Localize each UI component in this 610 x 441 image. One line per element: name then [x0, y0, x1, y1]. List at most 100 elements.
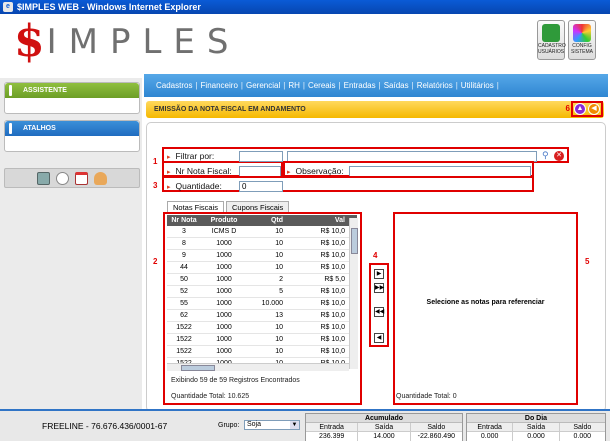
table-row[interactable]: 1522 1000 10 R$ 10,0 — [167, 322, 357, 334]
table-row[interactable]: 1522 1000 10 R$ 10,0 — [167, 346, 357, 358]
table-cell: R$ 10,0 — [320, 312, 345, 319]
annotation-1: 1 — [153, 157, 158, 166]
table-row[interactable]: 3 ICMS D 10 R$ 10,0 — [167, 226, 357, 238]
table-cell: 10 — [275, 348, 283, 355]
main-menu: Cadastros | Financeiro | Gerencial | RH | Ce… — [144, 74, 608, 97]
menu-gerencial[interactable]: Gerencial — [246, 81, 280, 90]
clear-icon[interactable]: ✕ — [554, 151, 564, 161]
acumulado-summary: Acumulado Entrada Saída Saldo 236.399 14… — [305, 413, 463, 441]
table-cell: R$ 10,0 — [320, 288, 345, 295]
table-cell: 10 — [275, 324, 283, 331]
table-cell: 5 — [279, 288, 283, 295]
dodia-saida: 0.000 — [513, 432, 560, 441]
table-cell: R$ 10,0 — [320, 264, 345, 271]
quantidade-input[interactable]: 0 — [239, 181, 283, 192]
tab-bar: Notas Fiscais Cupons Fiscais — [167, 201, 290, 212]
table-row[interactable]: 55 1000 10.000 R$ 10,0 — [167, 298, 357, 310]
table-cell: 1000 — [216, 276, 232, 283]
referenciar-total: Quantidade Total: 0 — [396, 393, 457, 400]
search-icon[interactable]: ⚲ — [542, 150, 549, 161]
menu-entradas[interactable]: Entradas — [344, 81, 376, 90]
calendar-icon[interactable] — [75, 171, 88, 185]
table-cell: 1000 — [216, 240, 232, 247]
referenciar-message: Selecione as notas para referenciar — [426, 299, 545, 306]
table-row[interactable]: 44 1000 10 R$ 10,0 — [167, 262, 357, 274]
table-cell: R$ 10,0 — [320, 324, 345, 331]
user-icon[interactable] — [94, 171, 107, 185]
table-row[interactable]: 9 1000 10 R$ 10,0 — [167, 250, 357, 262]
header: $ IMPLES CADASTRO USUÁRIOS CONFIG SISTEM… — [0, 14, 610, 66]
app-logo: $ IMPLES — [14, 16, 241, 67]
table-cell: 1522 — [176, 324, 192, 331]
menu-financeiro[interactable]: Financeiro — [201, 81, 238, 90]
app-area: $ IMPLES CADASTRO USUÁRIOS CONFIG SISTEM… — [0, 14, 610, 441]
annotation-2: 2 — [153, 257, 158, 266]
table-cell: 8 — [182, 240, 186, 247]
sidebar-atalhos[interactable]: ATALHOS — [4, 120, 140, 152]
menu-saidas[interactable]: Saídas — [384, 81, 409, 90]
table-row[interactable]: 62 1000 13 R$ 10,0 — [167, 310, 357, 322]
config-sistema-button[interactable]: CONFIG SISTEMA — [568, 20, 596, 60]
table-row[interactable]: 50 1000 2 R$ 5,0 — [167, 274, 357, 286]
table-cell: 1522 — [176, 348, 192, 355]
table-cell: 10 — [275, 336, 283, 343]
table-cell: 1000 — [216, 252, 232, 259]
sidebar-assistente[interactable]: ASSISTENTE — [4, 82, 140, 114]
logo-dollar: $ — [14, 16, 45, 67]
logo-text: IMPLES — [46, 22, 241, 62]
table-cell: 1000 — [216, 312, 232, 319]
tab-notas-fiscais[interactable]: Notas Fiscais — [167, 201, 225, 212]
grupo-label: Grupo: — [218, 422, 240, 429]
table-cell: R$ 5,0 — [324, 276, 345, 283]
table-cell: 10 — [275, 264, 283, 271]
chevron-down-icon[interactable]: ▼ — [290, 421, 299, 429]
sidebar: ASSISTENTE ATALHOS — [0, 78, 142, 424]
move-all-left-button[interactable]: ◀◀ — [374, 307, 384, 317]
company-info: FREELINE - 76.676.436/0001-67 — [42, 421, 168, 431]
table-row[interactable]: 52 1000 5 R$ 10,0 — [167, 286, 357, 298]
calculator-icon[interactable] — [37, 171, 50, 185]
assistente-header: ASSISTENTE — [5, 83, 139, 98]
annotation-3: 3 — [153, 181, 158, 190]
atalhos-header: ATALHOS — [5, 121, 139, 136]
table-cell: 10.000 — [261, 300, 283, 307]
table-cell: R$ 10,0 — [320, 348, 345, 355]
main-content: 1 Filtrar por: ⚲ ✕ Nr Nota Fiscal: Obser… — [146, 122, 606, 412]
nr-nota-label: Nr Nota Fiscal: — [167, 166, 232, 176]
menu-relatorios[interactable]: Relatórios — [417, 81, 453, 90]
menu-rh[interactable]: RH — [288, 81, 300, 90]
table-cell: 44 — [180, 264, 188, 271]
filtrar-label: Filtrar por: — [167, 151, 215, 161]
search-icon[interactable] — [56, 171, 69, 185]
tab-cupons-fiscais[interactable]: Cupons Fiscais — [226, 201, 290, 212]
filtrar-type-input[interactable] — [239, 151, 283, 162]
table-horizontal-scrollbar[interactable] — [167, 363, 349, 371]
menu-cereais[interactable]: Cereais — [308, 81, 336, 90]
table-vertical-scrollbar[interactable] — [349, 218, 358, 369]
table-cell: R$ 10,0 — [320, 252, 345, 259]
acumulado-saida: 14.000 — [358, 432, 411, 441]
annotation-6: 6 — [565, 104, 570, 113]
section-bar: EMISSÃO DA NOTA FISCAL EM ANDAMENTO 6 ▲ … — [146, 101, 604, 118]
table-row[interactable]: 8 1000 10 R$ 10,0 — [167, 238, 357, 250]
sidebar-tools — [4, 168, 140, 188]
section-title: EMISSÃO DA NOTA FISCAL EM ANDAMENTO — [154, 106, 306, 113]
cadastro-usuarios-button[interactable]: CADASTRO USUÁRIOS — [537, 20, 566, 60]
acumulado-saldo: -22.860.490 — [417, 433, 455, 440]
move-left-button[interactable]: ◀ — [374, 333, 384, 343]
table-header: Nr Nota Produto Qtd Val — [167, 215, 357, 226]
move-right-button[interactable]: ▶ — [374, 269, 384, 279]
move-all-right-button[interactable]: ▶▶ — [374, 283, 384, 293]
do-dia-summary: Do Dia Entrada Saída Saldo 0.000 0.000 0… — [466, 413, 606, 441]
annotation-4: 4 — [373, 251, 378, 260]
dodia-saldo: 0.000 — [573, 433, 592, 440]
table-row[interactable]: 1522 1000 10 R$ 10,0 — [167, 334, 357, 346]
table-cell: 55 — [180, 300, 188, 307]
grupo-select[interactable]: Soja ▼ — [244, 420, 300, 430]
table-cell: R$ 10,0 — [320, 300, 345, 307]
menu-cadastros[interactable]: Cadastros — [156, 81, 192, 90]
menu-utilitarios[interactable]: Utilitários — [461, 81, 494, 90]
quantidade-label: Quantidade: — [167, 181, 222, 191]
table-cell: 1000 — [216, 264, 232, 271]
table-cell: R$ 10,0 — [320, 240, 345, 247]
